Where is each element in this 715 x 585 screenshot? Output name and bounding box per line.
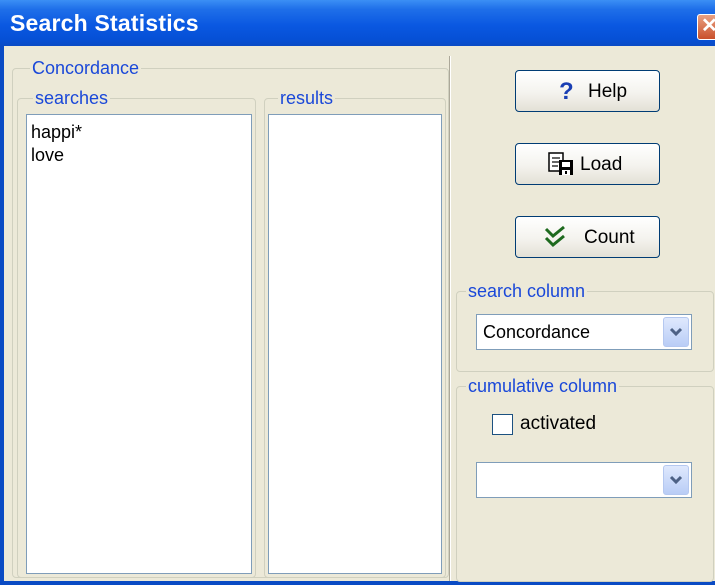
chevron-down-icon [669,475,683,485]
count-button-label: Count [584,227,635,248]
cumulative-column-legend: cumulative column [466,376,620,396]
search-column-select[interactable]: Concordance [476,314,692,350]
search-statistics-window: Search Statistics ✕ Concordance searches… [0,0,715,585]
title-bar[interactable]: Search Statistics ✕ [0,0,715,46]
activated-checkbox[interactable] [492,414,513,435]
close-icon: ✕ [701,15,715,37]
double-check-icon [544,225,565,248]
search-column-legend: search column [466,281,588,301]
searches-list[interactable]: happi* love [26,114,252,574]
cumulative-column-dropdown-button[interactable] [663,465,689,495]
load-button[interactable]: Load [515,143,660,185]
help-button-label: Help [588,81,628,102]
load-icon [548,152,573,175]
list-item[interactable]: love [27,144,251,167]
activated-checkbox-label[interactable]: activated [520,413,596,435]
count-button[interactable]: Count [515,216,660,258]
results-legend: results [278,88,336,108]
searches-legend: searches [33,88,111,108]
concordance-legend: Concordance [30,58,142,78]
cumulative-column-select[interactable] [476,462,692,498]
window-title: Search Statistics [10,10,199,36]
list-item[interactable]: happi* [27,121,251,144]
search-column-dropdown-button[interactable] [663,317,689,347]
svg-text:?: ? [559,79,574,103]
load-button-label: Load [580,154,623,175]
chevron-down-icon [669,327,683,337]
search-column-value: Concordance [483,322,591,342]
question-mark-icon: ? [559,79,574,103]
window-frame-left [0,46,4,585]
panel-divider [449,56,451,581]
close-button[interactable]: ✕ [697,14,715,40]
results-list[interactable] [268,114,442,574]
help-button[interactable]: ? Help [515,70,660,112]
